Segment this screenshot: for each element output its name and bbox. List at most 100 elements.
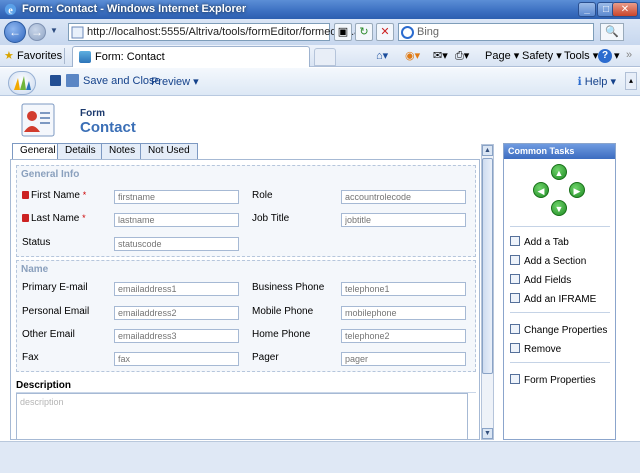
section-title: Name [21, 264, 49, 275]
move-down-icon[interactable]: ▼ [551, 200, 567, 216]
primary-email-label[interactable]: Primary E-mail [22, 282, 88, 293]
window-title: Form: Contact - Windows Internet Explore… [22, 3, 247, 15]
scroll-thumb[interactable] [482, 158, 493, 374]
favorites-label: Favorites [16, 50, 63, 62]
forward-button[interactable]: → [28, 23, 46, 41]
address-bar: ← → ▼ http://localhost:5555/Altriva/tool… [0, 19, 640, 45]
form-name: Contact [80, 119, 136, 136]
form-scrollbar[interactable]: ▲ ▼ [481, 144, 494, 440]
remove-link[interactable]: Remove [510, 343, 561, 355]
add-iframe-link[interactable]: Add an IFRAME [510, 293, 596, 305]
lock-icon [22, 191, 29, 199]
home-phone-field[interactable] [341, 329, 466, 343]
browser-tab-title: Form: Contact [95, 51, 165, 63]
first-name-label[interactable]: First Name * [22, 190, 86, 201]
role-label[interactable]: Role [252, 190, 273, 201]
tools-menu[interactable]: Tools ▾ [564, 49, 598, 62]
scroll-down-icon[interactable]: ▼ [482, 428, 493, 439]
tab-notes[interactable]: Notes [101, 143, 144, 159]
form-body: General Info First Name * Role Last Name… [10, 159, 480, 440]
other-email-field[interactable] [114, 329, 239, 343]
divider [510, 226, 610, 227]
fax-field[interactable] [114, 352, 239, 366]
save-icon[interactable] [50, 75, 61, 86]
mobile-phone-field[interactable] [341, 306, 466, 320]
divider [64, 48, 65, 64]
mail-icon[interactable]: ✉▾ [433, 49, 448, 62]
mobile-phone-label[interactable]: Mobile Phone [252, 306, 313, 317]
browser-tab[interactable]: Form: Contact [72, 46, 310, 67]
job-title-label[interactable]: Job Title [252, 213, 289, 224]
favorites-button[interactable]: ★ Favorites [4, 49, 62, 62]
search-input[interactable]: Bing [398, 23, 594, 41]
move-right-icon[interactable]: ▶ [569, 182, 585, 198]
pager-field[interactable] [341, 352, 466, 366]
fax-label[interactable]: Fax [22, 352, 39, 363]
personal-email-field[interactable] [114, 306, 239, 320]
add-fields-link[interactable]: Add Fields [510, 274, 571, 286]
tab-not-used[interactable]: Not Used [140, 143, 198, 159]
stop-icon[interactable]: ✕ [376, 23, 394, 41]
job-title-field[interactable] [341, 213, 466, 227]
toolbar-overflow-icon[interactable]: » [626, 49, 632, 61]
home-icon[interactable]: ⌂▾ [376, 49, 388, 62]
help-dropdown-icon[interactable]: ▾ [614, 49, 620, 62]
refresh-icon[interactable]: ↻ [355, 23, 373, 41]
safety-menu[interactable]: Safety ▾ [522, 49, 562, 62]
other-email-label[interactable]: Other Email [22, 329, 75, 340]
crm-logo-icon [14, 76, 31, 90]
page-menu[interactable]: Page ▾ [485, 49, 519, 62]
move-up-icon[interactable]: ▲ [551, 164, 567, 180]
close-window-button[interactable]: ✕ [612, 2, 638, 17]
home-phone-label[interactable]: Home Phone [252, 329, 310, 340]
status-label[interactable]: Status [22, 237, 50, 248]
back-button[interactable]: ← [4, 21, 26, 43]
business-phone-field[interactable] [341, 282, 466, 296]
status-bar [0, 441, 640, 473]
tab-general[interactable]: General [12, 143, 64, 160]
minimize-button[interactable]: _ [578, 2, 596, 17]
business-phone-label[interactable]: Business Phone [252, 282, 324, 293]
form-header: Form Contact [0, 96, 640, 144]
first-name-field[interactable] [114, 190, 239, 204]
pager-label[interactable]: Pager [252, 352, 279, 363]
new-tab-button[interactable] [314, 48, 336, 66]
change-properties-icon [510, 324, 520, 334]
crm-logo[interactable] [8, 71, 36, 95]
status-field[interactable] [114, 237, 239, 251]
save-close-icon[interactable] [66, 74, 79, 87]
url-field[interactable]: http://localhost:5555/Altriva/tools/form… [68, 23, 366, 41]
tab-details[interactable]: Details [57, 143, 104, 159]
ribbon-collapse-button[interactable]: ▴ [625, 72, 637, 90]
description-field[interactable]: description [16, 393, 468, 439]
personal-email-label[interactable]: Personal Email [22, 306, 89, 317]
help-menu[interactable]: ℹ Help ▾ [578, 75, 616, 88]
favorites-bar: ★ Favorites Form: Contact ⌂▾ ◉▾ ✉▾ ⎙▾ Pa… [0, 45, 640, 67]
role-field[interactable] [341, 190, 466, 204]
description-label[interactable]: Description [16, 380, 71, 391]
section-general-info[interactable]: General Info First Name * Role Last Name… [16, 165, 476, 257]
change-properties-link[interactable]: Change Properties [510, 324, 607, 336]
save-close-button[interactable]: Save and Close [83, 75, 161, 87]
add-tab-icon [510, 236, 520, 246]
primary-email-field[interactable] [114, 282, 239, 296]
feeds-icon[interactable]: ◉▾ [405, 49, 420, 62]
last-name-label[interactable]: Last Name * [22, 213, 86, 224]
move-left-icon[interactable]: ◀ [533, 182, 549, 198]
form-properties-link[interactable]: Form Properties [510, 374, 596, 386]
help-icon[interactable]: ? [598, 49, 612, 63]
search-button[interactable]: 🔍 [600, 23, 624, 41]
divider [510, 312, 610, 313]
add-fields-icon [510, 274, 520, 284]
contact-card-icon [21, 103, 55, 137]
add-section-link[interactable]: Add a Section [510, 255, 586, 267]
last-name-field[interactable] [114, 213, 239, 227]
section-name[interactable]: Name Primary E-mail Business Phone Perso… [16, 260, 476, 372]
print-icon[interactable]: ⎙▾ [455, 49, 469, 63]
scroll-up-icon[interactable]: ▲ [482, 145, 493, 156]
panel-title: Common Tasks [504, 144, 615, 159]
compatibility-icon[interactable]: ▣ [334, 23, 352, 41]
history-dropdown-icon[interactable]: ▼ [50, 26, 58, 35]
preview-menu[interactable]: Preview ▾ [151, 75, 199, 88]
add-tab-link[interactable]: Add a Tab [510, 236, 569, 248]
